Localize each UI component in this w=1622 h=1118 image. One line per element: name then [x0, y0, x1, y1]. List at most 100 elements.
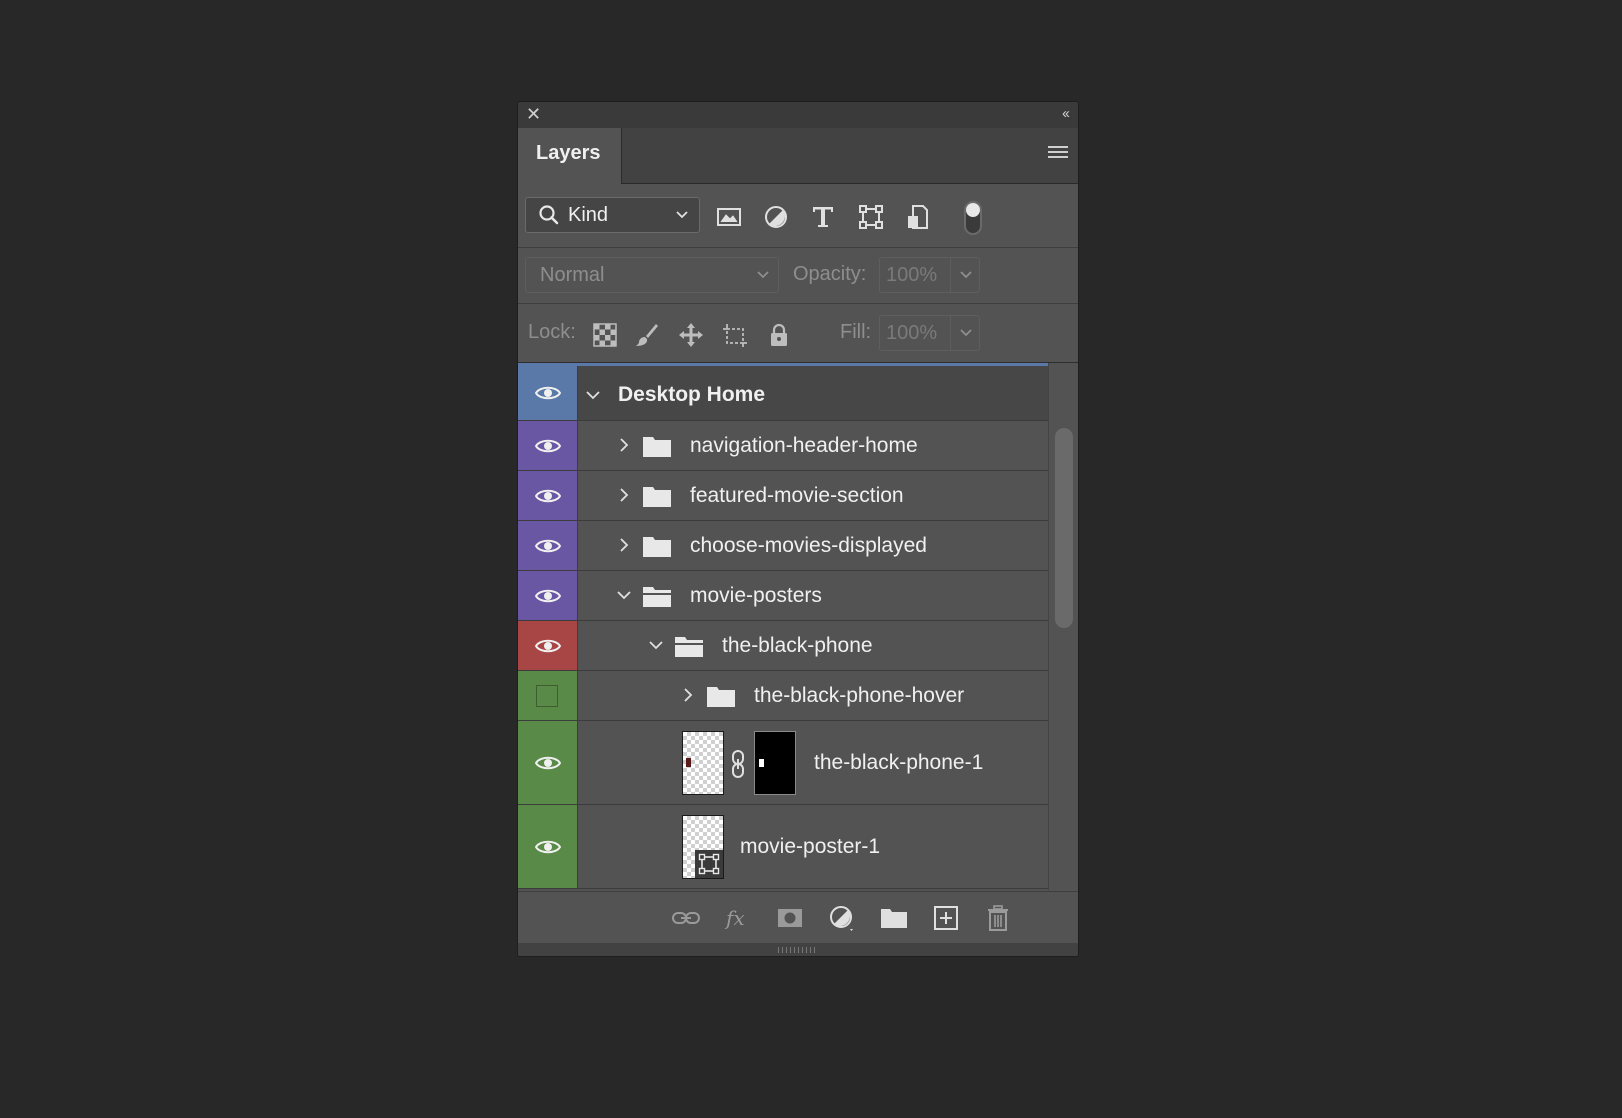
image-filter-icon[interactable]: [716, 204, 742, 230]
layer-name: navigation-header-home: [690, 434, 918, 457]
layer-row-navigation-header-home[interactable]: navigation-header-home: [518, 421, 1050, 471]
visibility-toggle[interactable]: [518, 471, 578, 520]
kind-label: Kind: [568, 204, 609, 226]
blend-mode-select[interactable]: Normal: [525, 257, 779, 293]
layers-panel: ✕ ‹‹ Layers Kind Normal Opacity: 100% Lo…: [517, 101, 1079, 957]
layer-row-desktop-home[interactable]: Desktop Home: [518, 363, 1050, 421]
delete-icon[interactable]: [984, 904, 1012, 932]
lock-pixels-brush-icon[interactable]: [634, 322, 660, 348]
opacity-input[interactable]: 100%: [879, 257, 951, 293]
visibility-toggle[interactable]: [518, 721, 578, 804]
eye-icon: [535, 840, 561, 853]
layer-row-choose-movies-displayed[interactable]: choose-movies-displayed: [518, 521, 1050, 571]
visibility-toggle[interactable]: [518, 571, 578, 620]
add-mask-icon[interactable]: [776, 904, 804, 932]
layer-name: choose-movies-displayed: [690, 534, 927, 557]
tab-row: Layers: [518, 128, 1078, 184]
layers-list: Desktop Home navigation-header-home feat…: [518, 363, 1050, 890]
visibility-toggle[interactable]: [518, 366, 578, 420]
open-folder-icon: [643, 587, 671, 607]
chevron-down-icon[interactable]: [584, 386, 602, 404]
lock-transparency-icon[interactable]: [592, 322, 618, 348]
kind-filter-select[interactable]: Kind: [525, 197, 700, 233]
open-folder-icon: [675, 637, 703, 657]
chevron-down-icon[interactable]: [615, 586, 633, 604]
new-layer-icon[interactable]: [932, 904, 960, 932]
fill-label: Fill:: [840, 321, 872, 343]
layer-row-the-black-phone[interactable]: the-black-phone: [518, 621, 1050, 671]
layer-name: Desktop Home: [618, 383, 766, 406]
fill-input[interactable]: 100%: [879, 315, 951, 351]
eye-icon: [535, 439, 561, 452]
visibility-toggle[interactable]: [518, 521, 578, 570]
layer-mask-thumbnail[interactable]: [754, 731, 796, 795]
smart-object-filter-icon[interactable]: [905, 204, 931, 230]
chevron-right-icon[interactable]: [615, 486, 633, 504]
lock-position-move-icon[interactable]: [678, 322, 704, 348]
adjustment-filter-icon[interactable]: [763, 204, 789, 230]
fill-dropdown[interactable]: [950, 315, 980, 351]
filter-row: Kind: [518, 184, 1078, 248]
shape-filter-icon[interactable]: [858, 204, 884, 230]
visibility-toggle[interactable]: [518, 621, 578, 670]
resize-grip[interactable]: [518, 943, 1078, 956]
adjustment-layer-icon[interactable]: [828, 904, 856, 932]
opacity-dropdown[interactable]: [950, 257, 980, 293]
layer-row-movie-posters[interactable]: movie-posters: [518, 571, 1050, 621]
folder-icon: [643, 537, 671, 557]
opacity-label: Opacity:: [793, 263, 867, 285]
scrollbar-thumb[interactable]: [1055, 428, 1073, 628]
type-filter-icon[interactable]: [810, 204, 836, 230]
close-icon[interactable]: ✕: [526, 105, 541, 123]
eye-icon: [535, 386, 561, 400]
layer-name: movie-posters: [690, 584, 822, 607]
tab-layers[interactable]: Layers: [518, 128, 622, 184]
fx-icon[interactable]: fx: [724, 904, 752, 932]
folder-icon: [707, 687, 735, 707]
chevron-down-icon: [757, 271, 769, 279]
layer-thumbnail[interactable]: [682, 815, 724, 879]
eye-icon: [535, 489, 561, 502]
filter-toggle[interactable]: [964, 201, 982, 235]
layer-name: featured-movie-section: [690, 484, 904, 507]
layer-name: movie-poster-1: [740, 835, 881, 858]
visibility-toggle[interactable]: [518, 671, 578, 720]
blend-mode-value: Normal: [540, 264, 605, 286]
double-chevron-left-icon[interactable]: ‹‹: [1062, 105, 1070, 123]
layer-row-the-black-phone-1[interactable]: the-black-phone-1: [518, 721, 1050, 805]
visibility-toggle[interactable]: [518, 421, 578, 470]
panel-titlebar: ✕ ‹‹: [518, 102, 1078, 129]
chevron-right-icon[interactable]: [615, 436, 633, 454]
layer-name: the-black-phone: [722, 634, 873, 657]
chevron-right-icon[interactable]: [679, 686, 697, 704]
lock-all-icon[interactable]: [766, 322, 792, 348]
smart-object-badge-icon: [695, 850, 723, 878]
chevron-down-icon: [676, 211, 688, 219]
chevron-right-icon[interactable]: [615, 536, 633, 554]
layer-name: the-black-phone-1: [814, 751, 984, 774]
lock-artboard-icon[interactable]: [722, 322, 748, 348]
layer-row-featured-movie-section[interactable]: featured-movie-section: [518, 471, 1050, 521]
lock-label: Lock:: [528, 321, 576, 343]
layer-name: the-black-phone-hover: [754, 684, 965, 707]
chevron-down-icon[interactable]: [647, 636, 665, 654]
svg-text:fx: fx: [724, 906, 745, 930]
eye-icon: [535, 756, 561, 769]
new-group-icon[interactable]: [880, 904, 908, 932]
visibility-toggle[interactable]: [518, 805, 578, 888]
chevron-down-icon: [960, 329, 972, 337]
layer-row-movie-poster-1[interactable]: movie-poster-1: [518, 805, 1050, 889]
panel-menu-icon[interactable]: [1048, 146, 1068, 162]
eye-icon: [535, 539, 561, 552]
layers-bottom-toolbar: fx: [518, 891, 1078, 944]
link-layers-icon[interactable]: [672, 904, 700, 932]
blend-row: Normal Opacity: 100%: [518, 248, 1078, 304]
chevron-down-icon: [960, 271, 972, 279]
lock-row: Lock: Fill: 100%: [518, 304, 1078, 363]
folder-icon: [643, 487, 671, 507]
layer-row-the-black-phone-hover[interactable]: the-black-phone-hover: [518, 671, 1050, 721]
layer-thumbnail[interactable]: [682, 731, 724, 795]
hidden-visibility-box: [536, 685, 558, 707]
layers-scrollbar[interactable]: [1048, 363, 1078, 890]
link-chain-icon[interactable]: [730, 749, 746, 779]
